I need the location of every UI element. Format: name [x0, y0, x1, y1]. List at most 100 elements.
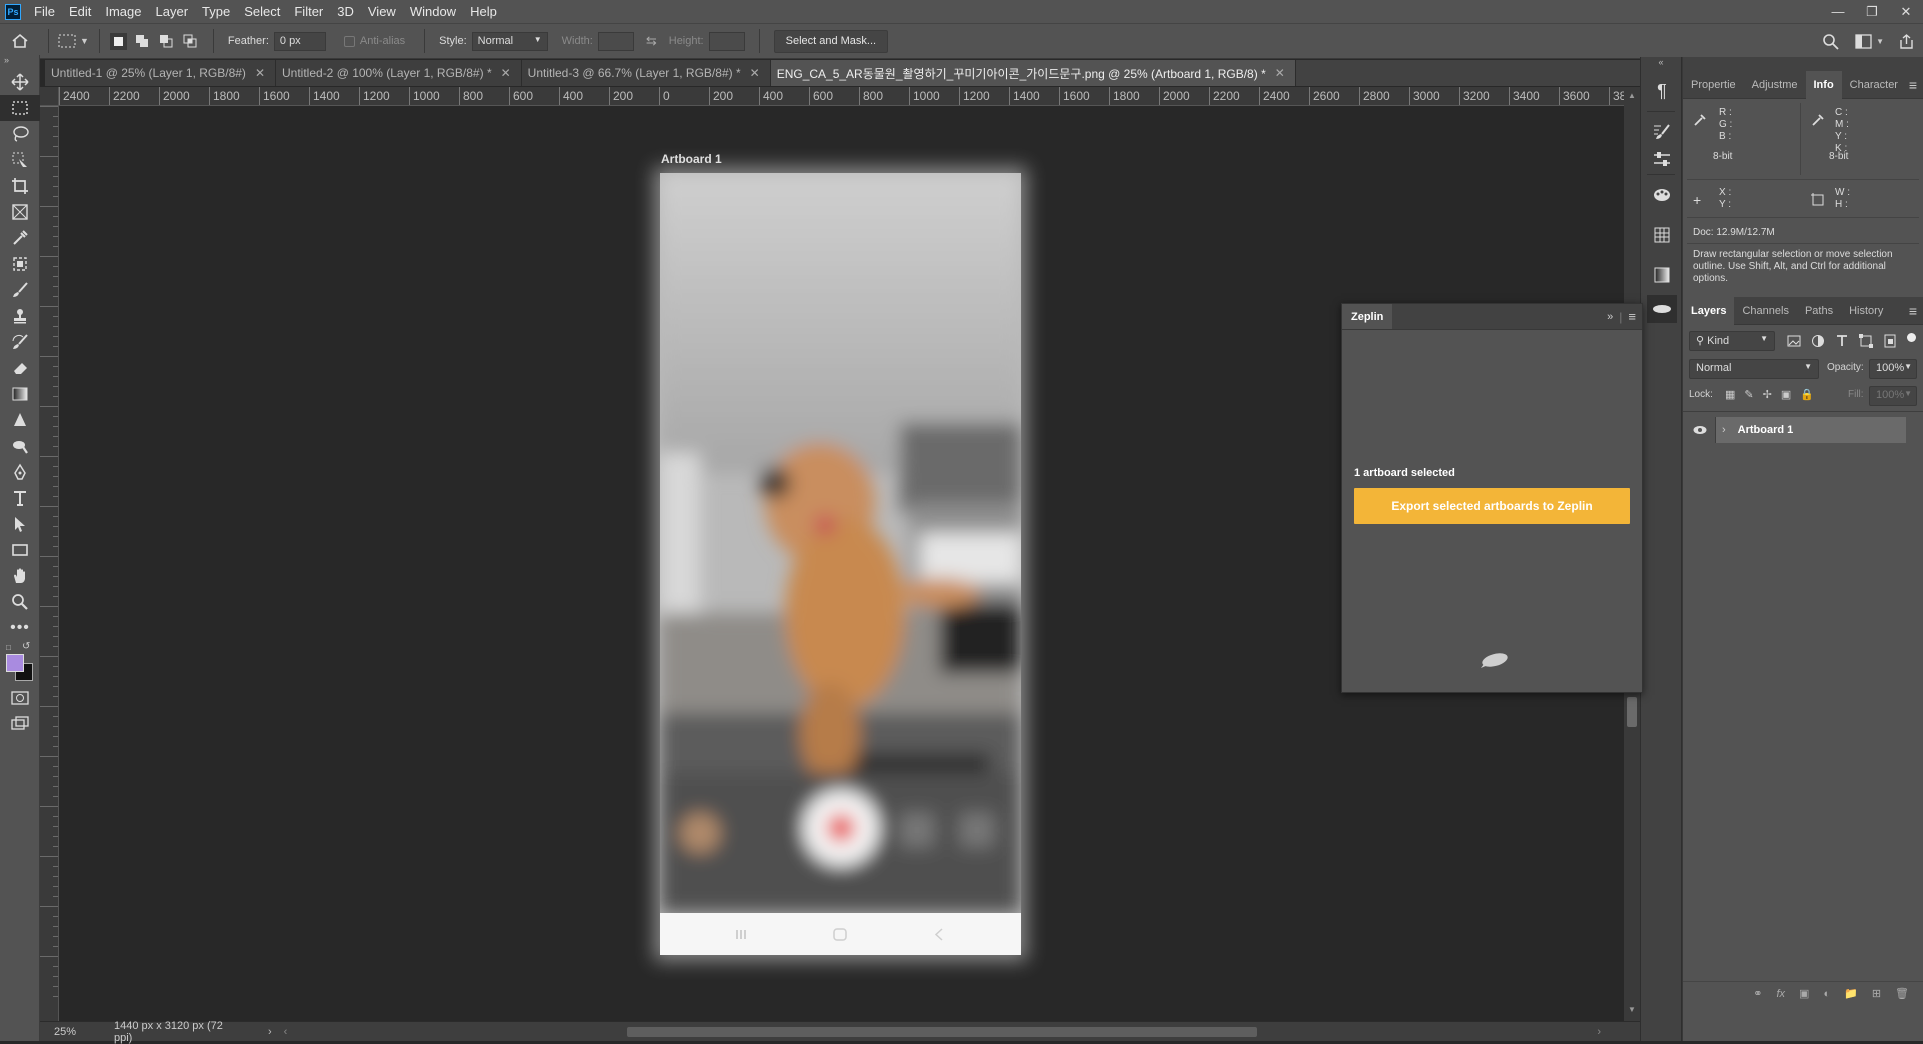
spot-healing-tool[interactable] — [0, 251, 40, 277]
pixel-layer-filter-icon[interactable] — [1787, 334, 1801, 348]
ruler-origin[interactable] — [40, 87, 59, 106]
menu-3d[interactable]: 3D — [330, 0, 361, 23]
link-layers-icon[interactable]: ⚭ — [1753, 987, 1762, 1000]
menu-edit[interactable]: Edit — [62, 0, 98, 23]
blend-mode-select[interactable]: Normal ▼ — [1689, 359, 1819, 379]
scroll-up-icon[interactable]: ▲ — [1628, 91, 1636, 100]
shape-layer-filter-icon[interactable] — [1859, 334, 1873, 348]
adjustment-layer-filter-icon[interactable] — [1811, 334, 1825, 348]
workspace-icon[interactable] — [1855, 33, 1872, 49]
menu-help[interactable]: Help — [463, 0, 504, 23]
feather-input[interactable]: 0 px — [273, 31, 326, 51]
fill-input[interactable]: 100% ▼ — [1869, 386, 1917, 406]
lock-image-icon[interactable]: ✎ — [1744, 388, 1753, 401]
status-menu-icon[interactable]: › — [268, 1026, 272, 1038]
panel-menu-icon[interactable]: ≡ — [1909, 77, 1923, 93]
tab-character[interactable]: Character — [1842, 71, 1906, 99]
export-to-zeplin-button[interactable]: Export selected artboards to Zeplin — [1354, 488, 1630, 524]
search-icon[interactable] — [1822, 33, 1839, 50]
lock-all-icon[interactable]: 🔒 — [1800, 388, 1814, 401]
tab-info[interactable]: Info — [1805, 70, 1842, 99]
close-tab-icon[interactable]: ✕ — [255, 66, 265, 80]
subtract-selection-button[interactable] — [158, 33, 175, 50]
lasso-tool[interactable] — [0, 121, 40, 147]
tool-preset-picker[interactable]: ▼ — [57, 33, 89, 49]
width-input[interactable] — [597, 31, 634, 51]
tab-history[interactable]: History — [1841, 297, 1891, 325]
swap-dimensions-icon[interactable]: ⇆ — [646, 33, 657, 49]
menu-image[interactable]: Image — [98, 0, 148, 23]
anti-alias-checkbox[interactable] — [343, 35, 355, 47]
crop-tool[interactable] — [0, 173, 40, 199]
menu-select[interactable]: Select — [237, 0, 287, 23]
path-selection-tool[interactable] — [0, 511, 40, 537]
smart-object-filter-icon[interactable] — [1883, 334, 1897, 348]
filter-toggle[interactable] — [1907, 333, 1916, 342]
zeplin-panel-button[interactable] — [1647, 295, 1677, 323]
pen-tool[interactable] — [0, 459, 40, 485]
tab-untitled-1[interactable]: Untitled-1 @ 25% (Layer 1, RGB/8#) ✕ — [45, 60, 276, 86]
frame-tool[interactable] — [0, 199, 40, 225]
tab-untitled-2[interactable]: Untitled-2 @ 100% (Layer 1, RGB/8#) * ✕ — [276, 60, 522, 86]
intersect-selection-button[interactable] — [182, 33, 199, 50]
scroll-down-icon[interactable]: ▼ — [1628, 1005, 1636, 1014]
close-tab-icon[interactable]: ✕ — [501, 66, 511, 80]
artboard-title[interactable]: Artboard 1 — [661, 152, 722, 166]
close-tab-icon[interactable]: ✕ — [750, 66, 760, 80]
new-group-icon[interactable]: 📁 — [1844, 987, 1858, 1000]
menu-type[interactable]: Type — [195, 0, 237, 23]
chevron-down-icon[interactable]: ▼ — [1876, 37, 1884, 46]
swap-colors-icon[interactable]: ↺ — [22, 641, 30, 652]
share-icon[interactable] — [1898, 33, 1915, 50]
add-mask-icon[interactable]: ▣ — [1799, 987, 1809, 1000]
minimize-icon[interactable]: — — [1821, 0, 1855, 23]
horizontal-scroll-thumb[interactable] — [627, 1026, 1258, 1037]
tab-properties[interactable]: Propertie — [1683, 71, 1744, 99]
quick-mask-button[interactable] — [0, 685, 40, 711]
move-tool[interactable] — [0, 69, 40, 95]
screen-mode-button[interactable] — [0, 711, 40, 737]
style-select[interactable]: Normal ▼ — [471, 31, 548, 51]
opacity-input[interactable]: 100% ▼ — [1869, 359, 1917, 379]
blur-tool[interactable] — [0, 407, 40, 433]
rectangular-marquee-tool[interactable] — [0, 95, 40, 121]
collapse-panel-icon[interactable]: » — [1607, 304, 1619, 329]
new-selection-button[interactable] — [109, 32, 127, 50]
collapse-toolbar-icon[interactable]: » — [0, 55, 39, 69]
gradient-tool[interactable] — [0, 381, 40, 407]
rectangle-tool[interactable] — [0, 537, 40, 563]
expand-artboard-icon[interactable]: › — [1722, 424, 1726, 436]
clone-stamp-tool[interactable] — [0, 303, 40, 329]
height-input[interactable] — [708, 31, 745, 51]
zeplin-panel-title[interactable]: Zeplin — [1342, 304, 1393, 329]
edit-toolbar-button[interactable]: ••• — [0, 615, 40, 641]
menu-file[interactable]: File — [27, 0, 62, 23]
tab-eng-ca-5[interactable]: ENG_CA_5_AR동물원_촬영하기_꾸미기아이콘_가이드문구.png @ 2… — [770, 60, 1296, 86]
lock-artboard-icon[interactable]: ▣ — [1781, 388, 1791, 401]
artboard-image[interactable] — [660, 173, 1021, 955]
lock-transparent-icon[interactable]: ▦ — [1725, 388, 1735, 401]
hand-tool[interactable] — [0, 563, 40, 589]
default-colors-icon[interactable]: □ — [6, 643, 11, 652]
gradients-button[interactable] — [1641, 255, 1683, 295]
eyedropper-tool[interactable] — [0, 225, 40, 251]
delete-layer-icon[interactable]: 🗑 — [1895, 987, 1909, 1000]
menu-view[interactable]: View — [361, 0, 403, 23]
type-tool[interactable] — [0, 485, 40, 511]
foreground-color-swatch[interactable] — [6, 654, 24, 672]
tab-channels[interactable]: Channels — [1734, 297, 1796, 325]
menu-window[interactable]: Window — [403, 0, 463, 23]
eraser-tool[interactable] — [0, 355, 40, 381]
layer-kind-filter[interactable]: ⚲ Kind ▼ — [1689, 331, 1775, 351]
add-to-selection-button[interactable] — [134, 33, 151, 50]
scroll-right-icon[interactable]: › — [1597, 1026, 1601, 1038]
expand-panels-icon[interactable]: « — [1641, 57, 1681, 71]
restore-icon[interactable]: ❐ — [1855, 0, 1889, 23]
tab-paths[interactable]: Paths — [1797, 297, 1841, 325]
brush-tool[interactable] — [0, 277, 40, 303]
scroll-left-icon[interactable]: ‹ — [284, 1026, 288, 1038]
scroll-thumb[interactable] — [1627, 697, 1637, 727]
menu-filter[interactable]: Filter — [287, 0, 330, 23]
adjustments-button[interactable] — [1641, 144, 1683, 174]
panel-grip[interactable] — [1683, 57, 1923, 71]
